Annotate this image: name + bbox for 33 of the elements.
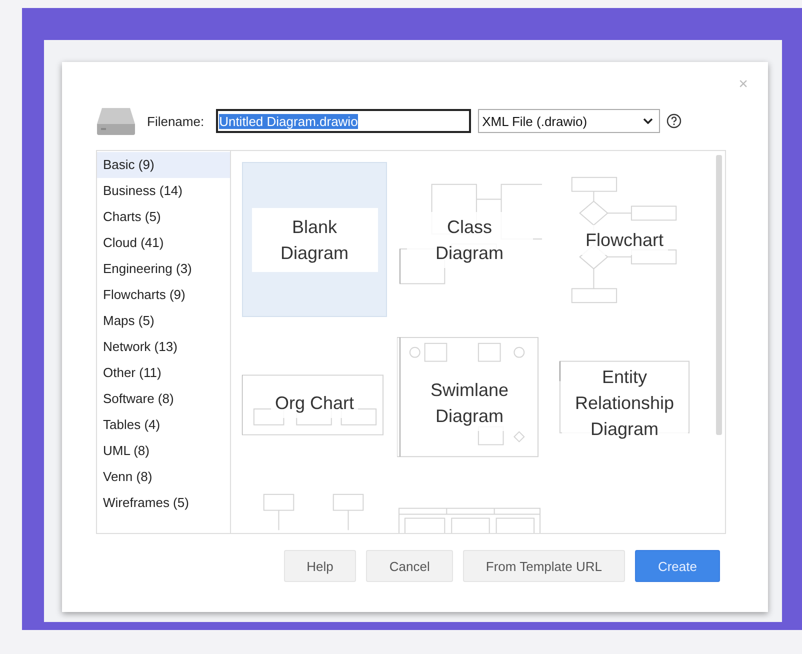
category-item[interactable]: Cloud (41) [97,230,230,256]
filename-label: Filename: [147,114,204,128]
scrollbar[interactable] [716,155,722,435]
template-title: Class Diagram [406,212,532,268]
template-tile[interactable]: Blank Diagram [242,162,387,317]
category-item[interactable]: Wireframes (5) [97,490,230,516]
template-tile[interactable]: Flowchart [552,162,697,317]
template-tile[interactable]: Entity Relationship Diagram [552,325,697,480]
help-icon[interactable] [666,113,682,129]
category-item[interactable]: Basic (9) [97,152,230,178]
category-item[interactable]: Tables (4) [97,412,230,438]
filename-field[interactable]: Untitled Diagram.drawio [216,109,472,133]
category-item[interactable]: Business (14) [97,178,230,204]
category-item[interactable]: Other (11) [97,360,230,386]
caret-icon [643,118,654,124]
drive-icon [96,106,136,136]
category-item[interactable]: Flowcharts (9) [97,282,230,308]
category-item[interactable]: Engineering (3) [97,256,230,282]
template-title: Blank Diagram [252,208,378,272]
template-title: Flowchart [581,224,668,254]
category-item[interactable]: Software (8) [97,386,230,412]
template-tile[interactable]: Swimlane Diagram [397,325,542,480]
dialog-button[interactable]: Help [284,550,356,582]
template-tile[interactable]: Org Chart [242,325,387,480]
category-item[interactable]: UML (8) [97,438,230,464]
dialog-button[interactable]: From Template URL [462,550,625,582]
format-dropdown[interactable]: XML File (.drawio) [478,109,660,133]
category-item[interactable]: Maps (5) [97,308,230,334]
category-item[interactable]: Charts (5) [97,204,230,230]
category-item[interactable]: Venn (8) [97,464,230,490]
category-item[interactable]: Network (13) [97,334,230,360]
template-tile[interactable]: Class Diagram [397,162,542,317]
dialog-button[interactable]: Cancel [366,550,453,582]
